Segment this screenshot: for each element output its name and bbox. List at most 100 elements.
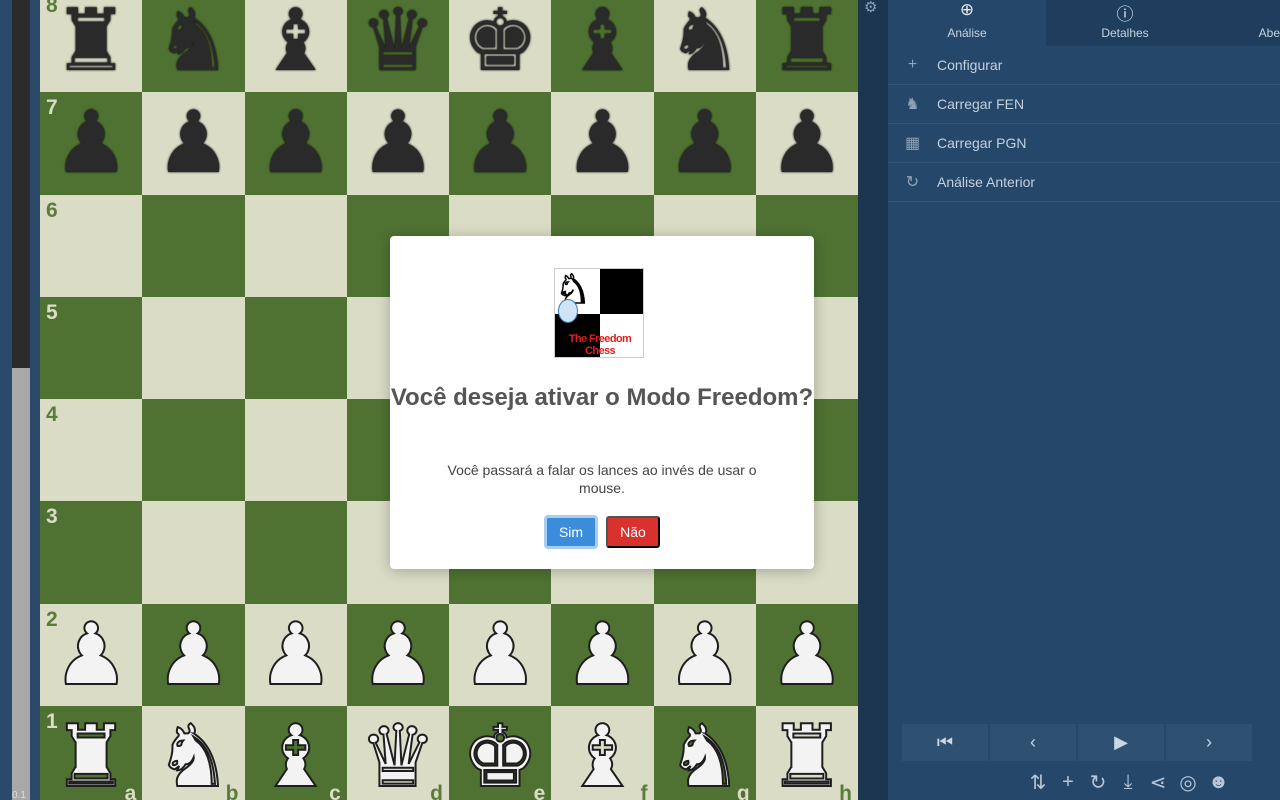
square-f8[interactable]: ♝ [551,0,654,93]
black-pawn-icon[interactable]: ♟ [359,100,436,186]
square-a6[interactable]: 6 [40,194,143,297]
white-pawn-icon[interactable]: ♟ [563,611,642,699]
target-icon[interactable]: ◎ [1178,770,1198,795]
yes-button[interactable]: Sim [544,515,598,549]
square-c6[interactable] [244,194,347,297]
black-knight-icon[interactable]: ♞ [155,0,232,84]
square-b1[interactable]: b ♞ [142,705,245,800]
white-queen-icon[interactable]: ♛ [358,713,437,800]
tab-aberturas[interactable]: Aber [1204,0,1280,46]
flip-board-icon[interactable]: ⇅ [1028,770,1048,795]
black-bishop-icon[interactable]: ♝ [564,0,641,84]
white-pawn-icon[interactable]: ♟ [461,611,540,699]
move-navigation: ⏮ ‹ ▶ › [902,724,1252,761]
white-pawn-icon[interactable]: ♟ [256,611,335,699]
square-f1[interactable]: f ♝ [551,705,654,800]
next-move-button[interactable]: › [1166,724,1252,761]
square-c1[interactable]: c ♝ [244,705,347,800]
add-icon[interactable]: + [1058,771,1078,794]
square-c2[interactable]: ♟ [244,603,347,706]
square-b4[interactable] [142,399,245,502]
black-pawn-icon[interactable]: ♟ [53,100,130,186]
white-pawn-icon[interactable]: ♟ [767,611,846,699]
square-f7[interactable]: ♟ [551,92,654,195]
white-knight-icon[interactable]: ♞ [154,713,233,800]
no-button[interactable]: Não [606,516,660,548]
square-a5[interactable]: 5 [40,296,143,399]
rank-label: 5 [46,300,58,324]
share-icon[interactable]: ⋖ [1148,770,1168,795]
square-g7[interactable]: ♟ [653,92,756,195]
tab-analise[interactable]: ⊕ Análise [888,0,1046,46]
black-queen-icon[interactable]: ♛ [359,0,436,84]
black-pawn-icon[interactable]: ♟ [666,100,743,186]
play-button[interactable]: ▶ [1078,724,1164,761]
black-pawn-icon[interactable]: ♟ [257,100,334,186]
square-a7[interactable]: 7 ♟ [40,92,143,195]
download-icon[interactable]: ⤓ [1118,771,1138,794]
white-knight-icon[interactable]: ♞ [665,713,744,800]
black-rook-icon[interactable]: ♜ [53,0,130,84]
white-pawn-icon[interactable]: ♟ [52,611,131,699]
menu-item-analise-anterior[interactable]: ↻ Análise Anterior [888,163,1280,202]
menu-item-configurar[interactable]: + Configurar [888,46,1280,85]
square-c8[interactable]: ♝ [244,0,347,93]
square-e7[interactable]: ♟ [449,92,552,195]
white-bishop-icon[interactable]: ♝ [256,713,335,800]
square-d2[interactable]: ♟ [346,603,449,706]
square-a1[interactable]: 1 a ♜ [40,705,143,800]
square-f2[interactable]: ♟ [551,603,654,706]
black-pawn-icon[interactable]: ♟ [768,100,845,186]
square-h2[interactable]: ♟ [755,603,858,706]
white-pawn-icon[interactable]: ♟ [154,611,233,699]
square-b6[interactable] [142,194,245,297]
user-chat-icon[interactable]: ☻ [1208,771,1229,794]
board-settings-icon[interactable]: ⚙ [864,0,880,16]
square-c4[interactable] [244,399,347,502]
square-g8[interactable]: ♞ [653,0,756,93]
square-e1[interactable]: e ♚ [449,705,552,800]
square-c3[interactable] [244,501,347,604]
square-a2[interactable]: 2 ♟ [40,603,143,706]
square-h7[interactable]: ♟ [755,92,858,195]
white-king-icon[interactable]: ♚ [461,713,540,800]
square-b3[interactable] [142,501,245,604]
white-rook-icon[interactable]: ♜ [767,713,846,800]
square-d7[interactable]: ♟ [346,92,449,195]
black-pawn-icon[interactable]: ♟ [462,100,539,186]
black-king-icon[interactable]: ♚ [462,0,539,84]
black-pawn-icon[interactable]: ♟ [155,100,232,186]
reload-icon[interactable]: ↻ [1088,770,1108,795]
square-g2[interactable]: ♟ [653,603,756,706]
square-b2[interactable]: ♟ [142,603,245,706]
square-d8[interactable]: ♛ [346,0,449,93]
white-bishop-icon[interactable]: ♝ [563,713,642,800]
square-c7[interactable]: ♟ [244,92,347,195]
black-bishop-icon[interactable]: ♝ [257,0,334,84]
menu-item-carregar-fen[interactable]: ♞ Carregar FEN [888,85,1280,124]
square-b8[interactable]: ♞ [142,0,245,93]
menu-item-label: Configurar [937,57,1003,73]
square-c5[interactable] [244,296,347,399]
square-b5[interactable] [142,296,245,399]
white-rook-icon[interactable]: ♜ [52,713,131,800]
square-a4[interactable]: 4 [40,399,143,502]
square-h8[interactable]: ♜ [755,0,858,93]
black-pawn-icon[interactable]: ♟ [564,100,641,186]
square-e8[interactable]: ♚ [449,0,552,93]
square-b7[interactable]: ♟ [142,92,245,195]
square-a8[interactable]: 8 ♜ [40,0,143,93]
square-e2[interactable]: ♟ [449,603,552,706]
first-move-button[interactable]: ⏮ [902,724,988,761]
black-knight-icon[interactable]: ♞ [666,0,743,84]
white-pawn-icon[interactable]: ♟ [358,611,437,699]
square-g1[interactable]: g ♞ [653,705,756,800]
square-d1[interactable]: d ♛ [346,705,449,800]
white-pawn-icon[interactable]: ♟ [665,611,744,699]
previous-move-button[interactable]: ‹ [990,724,1076,761]
black-rook-icon[interactable]: ♜ [768,0,845,84]
square-a3[interactable]: 3 [40,501,143,604]
menu-item-carregar-pgn[interactable]: ▦ Carregar PGN [888,124,1280,163]
square-h1[interactable]: h ♜ [755,705,858,800]
tab-detalhes[interactable]: ⓘ Detalhes [1046,0,1204,46]
